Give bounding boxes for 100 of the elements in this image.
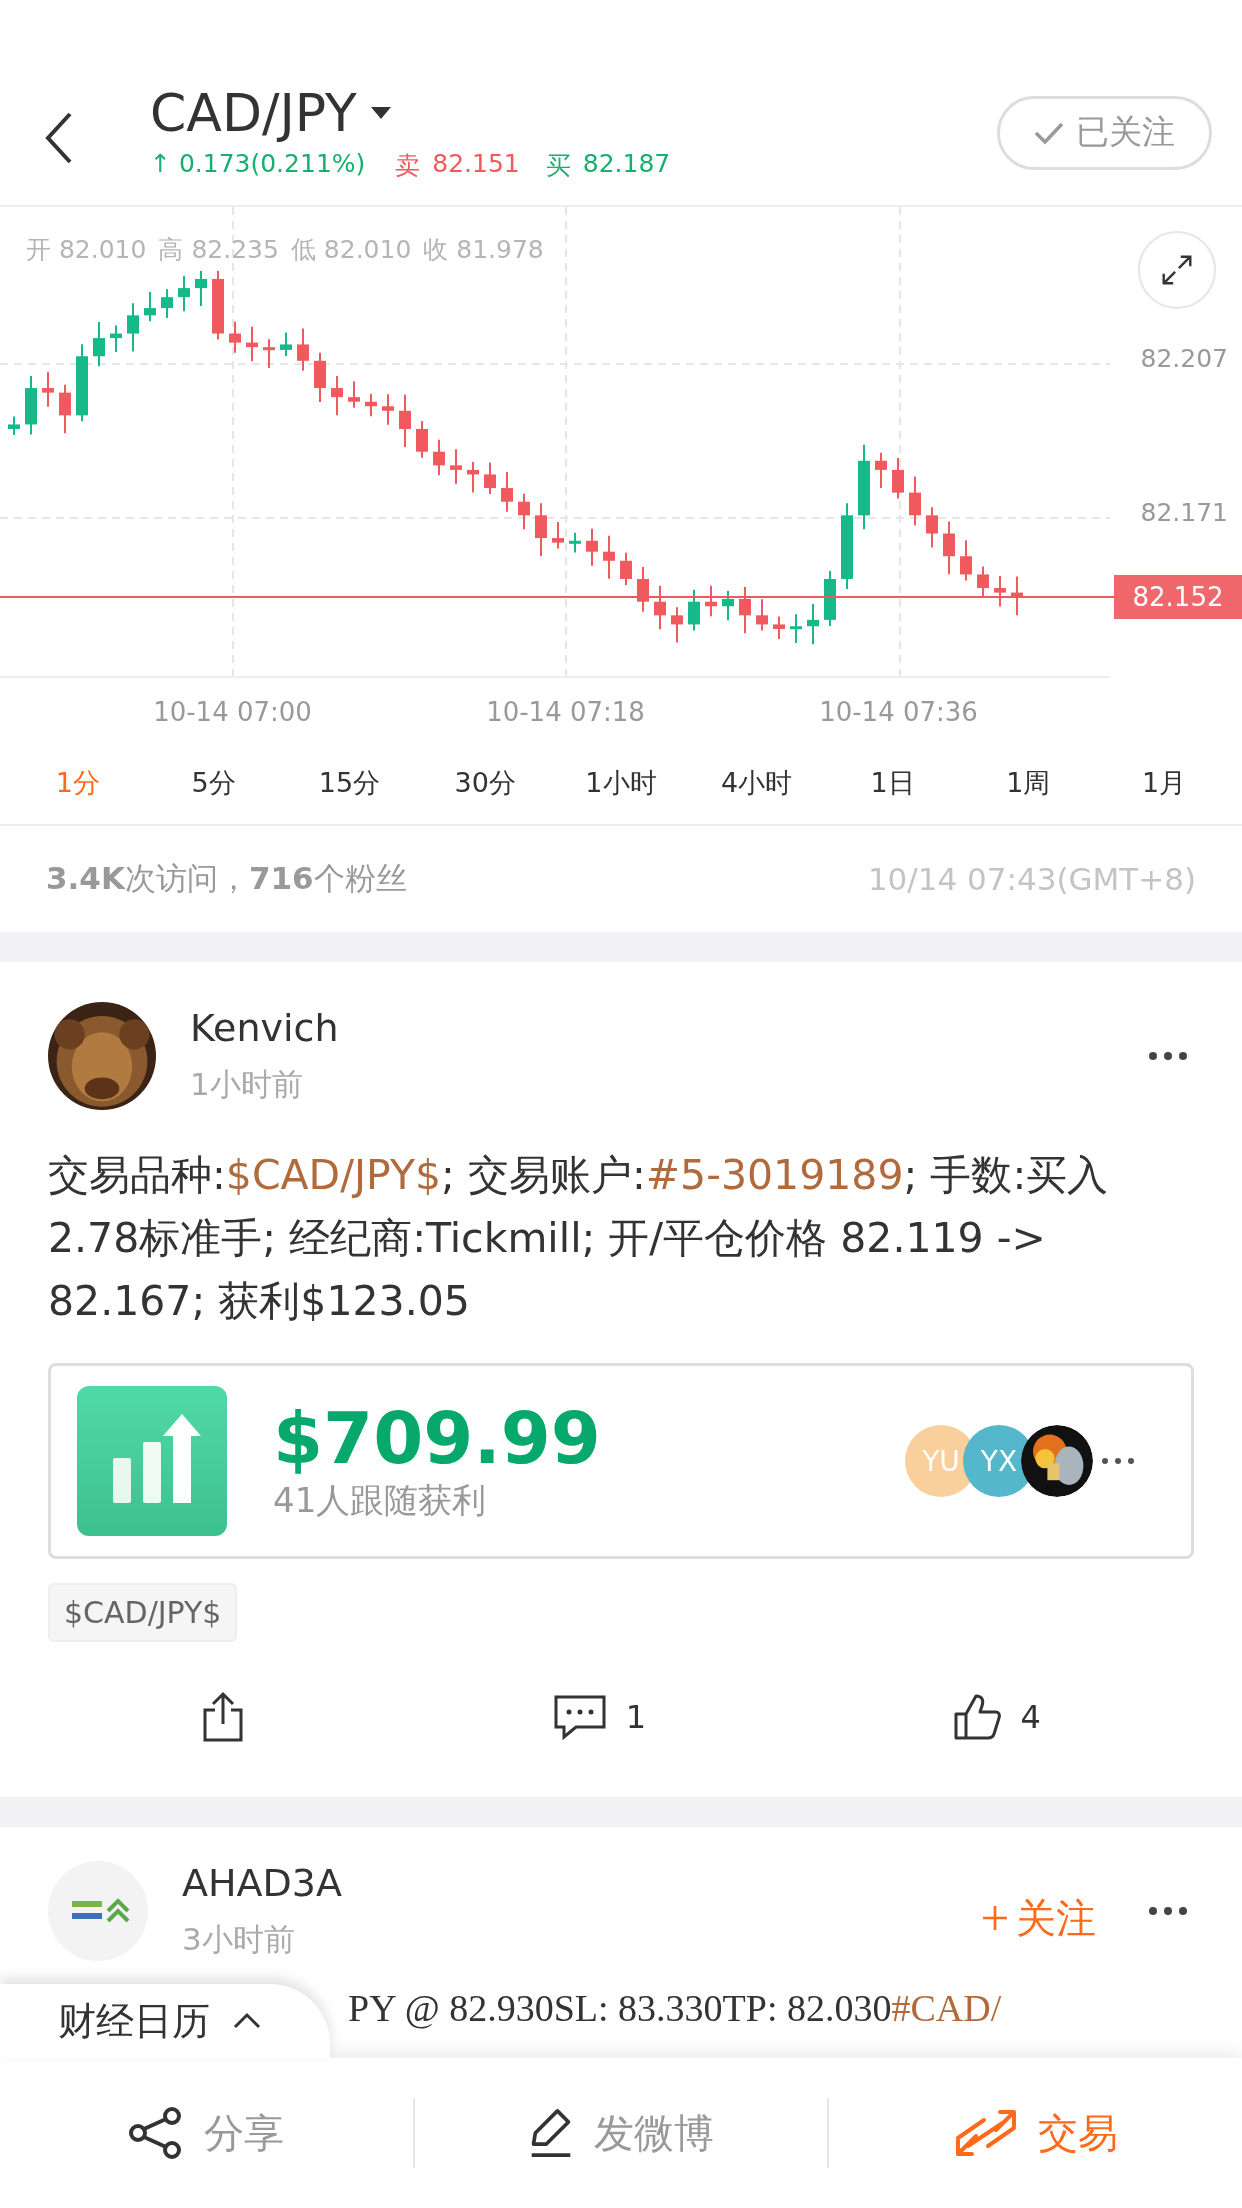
candle [790, 613, 802, 644]
x-axis-label: 10-14 07:00 [152, 697, 313, 727]
like-button[interactable]: 4 [952, 1690, 1041, 1744]
interval-tab[interactable]: 1周 [968, 765, 1089, 801]
candle [654, 584, 666, 631]
candle [739, 585, 751, 635]
interval-tab[interactable]: 5分 [153, 765, 274, 801]
x-axis-label: 10-14 07:36 [818, 697, 979, 727]
candle [110, 324, 122, 354]
caret-down-icon[interactable] [370, 107, 391, 119]
candle [382, 393, 394, 426]
ohlc-value: 开 82.010 [26, 234, 147, 266]
interval-tab[interactable]: 4小时 [696, 765, 817, 801]
candle [960, 539, 972, 582]
candle [8, 415, 20, 436]
ohlc-value: 低 82.010 [290, 234, 412, 266]
x-axis-label: 10-14 07:18 [485, 697, 646, 727]
candle [926, 506, 938, 549]
candle [501, 471, 513, 513]
candle [263, 338, 275, 369]
candle [93, 321, 105, 368]
candle [892, 456, 904, 500]
ohlc-value: 高 82.235 [158, 234, 279, 266]
interval-tab[interactable]: 15分 [289, 765, 410, 801]
candle [994, 575, 1006, 608]
candle [127, 302, 139, 353]
pair-title[interactable]: CAD/JPY [150, 83, 357, 143]
more-icon[interactable] [1148, 1906, 1188, 1916]
candle [552, 521, 564, 550]
update-time: 10/14 07:43(GMT+8) [867, 861, 1196, 897]
interval-tab[interactable]: 1小时 [560, 765, 681, 801]
candle [620, 551, 632, 586]
candle [773, 615, 785, 640]
profit-caption: 41人跟随获利 [273, 1479, 488, 1522]
interval-tab[interactable]: 1月 [1104, 765, 1224, 801]
candle [603, 534, 615, 580]
candle [42, 371, 54, 408]
chart-up-icon [77, 1386, 227, 1536]
candle [365, 392, 377, 418]
author-name[interactable]: AHAD3A [182, 1861, 982, 1905]
y-axis-label: 82.207 [1140, 344, 1228, 373]
post-time: 3小时前 [182, 1920, 296, 1959]
profit-amount: $709.99 [273, 1398, 602, 1478]
candle [246, 325, 258, 363]
caret-up-icon [232, 2012, 262, 2030]
visit-stats: 3.4K次访问，716个粉丝 [46, 859, 407, 898]
candle [807, 602, 819, 646]
candle [433, 438, 445, 477]
candle [722, 589, 734, 622]
buy-price: 82.187 [582, 149, 671, 180]
author-name[interactable]: Kenvich [190, 1006, 1148, 1050]
interval-tab[interactable]: 30分 [425, 765, 546, 801]
price-change: ↑ 0.173(0.211%) [150, 149, 366, 180]
candle [756, 598, 768, 632]
candle [399, 393, 411, 448]
post-link[interactable]: #5-3019189 [645, 1151, 904, 1199]
sell-price: 82.151 [432, 149, 520, 180]
double-arrow-icon [953, 2108, 1018, 2158]
candle [586, 527, 598, 567]
topic-tag[interactable]: $CAD/JPY$ [48, 1583, 238, 1642]
interval-tab[interactable]: 1日 [832, 765, 953, 801]
share-button[interactable] [201, 1690, 246, 1744]
candle [824, 569, 836, 627]
candle [484, 461, 496, 496]
buy-label: 买 [545, 150, 571, 182]
candle [416, 420, 428, 459]
more-icon[interactable] [1148, 1051, 1188, 1061]
candle [535, 502, 547, 558]
calendar-button[interactable]: 财经日历 [0, 1984, 330, 2058]
candle [875, 451, 887, 489]
candle [688, 588, 700, 632]
candle [637, 565, 649, 613]
post-time: 1小时前 [190, 1065, 304, 1104]
candle [705, 584, 717, 618]
candle [569, 531, 581, 554]
post-link[interactable]: $CAD/JPY$ [225, 1151, 442, 1199]
plus-icon [982, 1905, 1008, 1931]
candle [25, 375, 37, 436]
current-price-tag: 82.152 [1114, 575, 1242, 619]
candle [161, 288, 173, 320]
candle [450, 448, 462, 485]
candle [671, 606, 683, 644]
candle [195, 270, 207, 308]
candle [467, 460, 479, 494]
ohlc-value: 收 81.978 [423, 234, 544, 266]
post-text: 交易品种:$CAD/JPY$; 交易账户:#5-3019189; 手数:买入2.78标准手; 经纪商:Tickmill; 开/平仓价格 82.119 -> 82.167; 获利$123.05 [48, 1150, 1110, 1327]
y-axis-label: 82.171 [1140, 498, 1228, 527]
candle [943, 520, 955, 576]
candle [59, 383, 71, 435]
candle [348, 380, 360, 409]
candle [314, 351, 326, 404]
logo-icon[interactable] [48, 1861, 148, 1961]
candle [331, 375, 343, 417]
more-icon [1101, 1457, 1135, 1465]
comment-button[interactable]: 1 [551, 1690, 646, 1744]
candle [909, 475, 921, 527]
post-link[interactable]: #CAD/ [891, 1987, 1002, 2029]
candle [178, 275, 190, 313]
check-icon [1034, 120, 1064, 145]
candle [144, 291, 156, 323]
